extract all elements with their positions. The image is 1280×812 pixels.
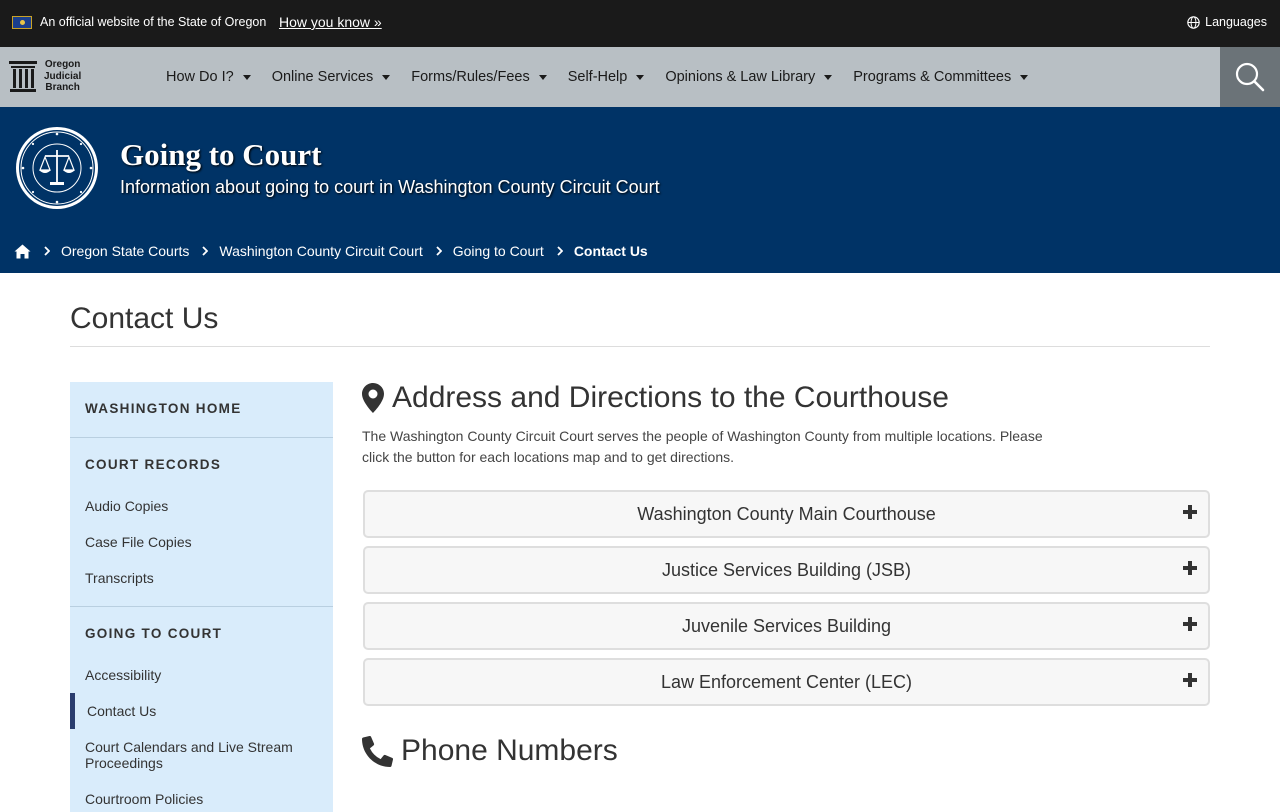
breadcrumb-going-to-court[interactable]: Going to Court — [453, 243, 544, 259]
sidebar-washington-home[interactable]: WASHINGTON HOME — [85, 401, 242, 416]
plus-icon — [1182, 672, 1198, 688]
sidebar-item-case-file-copies[interactable]: Case File Copies — [85, 534, 192, 550]
map-marker-icon — [362, 383, 384, 413]
chevron-right-icon — [557, 246, 563, 256]
divider — [70, 606, 333, 607]
nav-programs-committees[interactable]: Programs & Committees — [853, 69, 1029, 85]
nav-online-services[interactable]: Online Services — [272, 69, 391, 85]
oregon-flag-icon — [12, 16, 32, 29]
sidebar-heading-going-to-court: GOING TO COURT — [85, 626, 223, 641]
phone-section-heading: Phone Numbers — [362, 734, 618, 768]
caret-down-icon — [824, 74, 833, 80]
courthouse-pillars-icon — [9, 61, 37, 93]
sidebar-item-court-calendars[interactable]: Court Calendars and Live Stream Proceedi… — [85, 739, 315, 771]
nav-self-help[interactable]: Self-Help — [568, 69, 645, 85]
plus-icon — [1182, 560, 1198, 576]
caret-down-icon — [242, 74, 251, 80]
languages-button[interactable]: Languages — [1187, 15, 1267, 29]
plus-icon — [1182, 616, 1198, 632]
sidebar-item-transcripts[interactable]: Transcripts — [85, 570, 154, 586]
phone-icon — [362, 735, 393, 767]
globe-icon — [1187, 15, 1200, 29]
page-hero: Going to Court Information about going t… — [0, 107, 1280, 273]
breadcrumb-current: Contact Us — [573, 243, 648, 259]
hero-title: Going to Court — [120, 137, 322, 172]
breadcrumb-oregon-state-courts[interactable]: Oregon State Courts — [61, 243, 189, 259]
sidebar-item-courtroom-policies[interactable]: Courtroom Policies — [85, 791, 203, 807]
breadcrumb-washington-county[interactable]: Washington County Circuit Court — [219, 243, 422, 259]
sidebar-navigation: WASHINGTON HOME COURT RECORDS Audio Copi… — [70, 382, 333, 812]
oregon-judicial-branch-logo[interactable]: Oregon Judicial Branch — [8, 59, 81, 94]
caret-down-icon — [636, 74, 645, 80]
caret-down-icon — [538, 74, 547, 80]
judicial-department-seal — [16, 127, 98, 209]
accordion-justice-services-building[interactable]: Justice Services Building (JSB) — [363, 546, 1210, 594]
breadcrumb: Oregon State Courts Washington County Ci… — [14, 243, 648, 259]
how-you-know-link[interactable]: How you know » — [279, 14, 382, 30]
sidebar-heading-court-records: COURT RECORDS — [85, 457, 222, 472]
chevron-right-icon — [436, 246, 442, 256]
divider — [70, 437, 333, 438]
divider — [70, 346, 1210, 347]
nav-menu: How Do I? Online Services Forms/Rules/Fe… — [166, 47, 1049, 107]
official-banner: An official website of the State of Oreg… — [0, 0, 1280, 47]
active-indicator — [70, 693, 75, 729]
address-intro-text: The Washington County Circuit Court serv… — [362, 428, 1043, 465]
search-icon — [1235, 62, 1265, 92]
accordion-law-enforcement-center[interactable]: Law Enforcement Center (LEC) — [363, 658, 1210, 706]
chevron-right-icon — [44, 246, 50, 256]
nav-forms-rules-fees[interactable]: Forms/Rules/Fees — [411, 69, 547, 85]
main-navigation: Oregon Judicial Branch How Do I? Online … — [0, 47, 1280, 107]
accordion-main-courthouse[interactable]: Washington County Main Courthouse — [363, 490, 1210, 538]
page-title: Contact Us — [70, 302, 219, 335]
caret-down-icon — [382, 74, 391, 80]
hero-subtitle: Information about going to court in Wash… — [120, 177, 660, 197]
logo-text: Oregon Judicial Branch — [44, 59, 82, 93]
nav-how-do-i[interactable]: How Do I? — [166, 69, 251, 85]
address-section-heading: Address and Directions to the Courthouse — [362, 381, 949, 415]
languages-label: Languages — [1205, 15, 1267, 29]
nav-opinions-law-library[interactable]: Opinions & Law Library — [665, 69, 833, 85]
accordion-juvenile-services-building[interactable]: Juvenile Services Building — [363, 602, 1210, 650]
search-button[interactable] — [1220, 47, 1280, 107]
plus-icon — [1182, 504, 1198, 520]
sidebar-item-accessibility[interactable]: Accessibility — [85, 667, 161, 683]
official-website-text: An official website of the State of Oreg… — [40, 15, 267, 29]
home-icon[interactable] — [14, 244, 31, 259]
sidebar-item-contact-us[interactable]: Contact Us — [87, 703, 156, 719]
caret-down-icon — [1020, 74, 1029, 80]
chevron-right-icon — [202, 246, 209, 256]
sidebar-item-audio-copies[interactable]: Audio Copies — [85, 498, 168, 514]
